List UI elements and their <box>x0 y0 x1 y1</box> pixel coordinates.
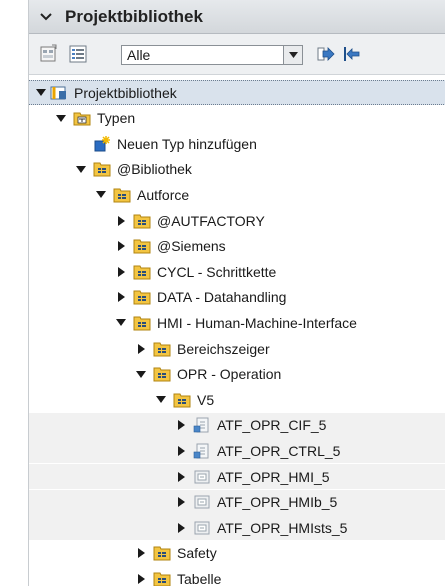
filter-select-value: Alle <box>127 47 151 63</box>
collapsed-arrow-icon[interactable] <box>115 215 127 227</box>
tree-row[interactable]: @AUTFACTORY <box>29 208 445 233</box>
panel-title: Projektbibliothek <box>65 6 203 26</box>
tree-row[interactable]: Typen <box>29 106 445 131</box>
collapse-panel-icon[interactable] <box>39 10 53 24</box>
type-folder-icon <box>133 238 151 254</box>
tree-item-label: Safety <box>177 545 217 562</box>
tree-row[interactable]: ATF_OPR_CIF_5 <box>29 412 445 438</box>
arrow-to-line-icon <box>344 47 360 61</box>
expand-arrow-icon[interactable] <box>95 189 107 201</box>
collapsed-arrow-icon[interactable] <box>175 471 187 483</box>
details-view-button[interactable] <box>67 43 89 65</box>
collapsed-arrow-icon[interactable] <box>175 419 187 431</box>
collapsed-arrow-icon[interactable] <box>115 240 127 252</box>
type-folder-icon <box>133 289 151 305</box>
type-folder-icon <box>153 341 171 357</box>
expand-arrow-icon[interactable] <box>155 394 167 406</box>
export-button[interactable] <box>315 43 337 65</box>
expand-arrow-icon[interactable] <box>75 163 87 175</box>
tree-row[interactable]: ATF_OPR_HMIb_5 <box>29 489 445 515</box>
tree-item-label: HMI - Human-Machine-Interface <box>157 314 357 331</box>
type-folder-icon <box>113 187 131 203</box>
tree-row[interactable]: V5 <box>29 387 445 412</box>
block-type-icon <box>193 443 211 459</box>
type-folder-icon <box>153 545 171 561</box>
tree-item-label: DATA - Datahandling <box>157 289 287 306</box>
type-folder-icon <box>173 392 191 408</box>
tree-item-label: @Bibliothek <box>117 161 192 178</box>
collapsed-arrow-icon[interactable] <box>135 343 147 355</box>
tree-item-label: ATF_OPR_HMIsts_5 <box>217 519 348 536</box>
type-folder-icon <box>133 315 151 331</box>
expand-arrow-icon[interactable] <box>35 87 47 99</box>
type-folder-icon <box>153 366 171 382</box>
library-view-icon <box>40 44 57 62</box>
tree-row[interactable]: OPR - Operation <box>29 362 445 387</box>
collapsed-arrow-icon[interactable] <box>175 496 187 508</box>
tree-item-label: Tabelle <box>177 570 222 586</box>
collapsed-arrow-icon[interactable] <box>175 522 187 534</box>
arrow-right-icon <box>317 47 335 61</box>
tree-item-label: Projektbibliothek <box>74 84 177 101</box>
tree-row[interactable]: CYCL - Schrittkette <box>29 259 445 284</box>
tree-item-label: @AUTFACTORY <box>157 212 265 229</box>
open-library-view-button[interactable] <box>38 43 60 65</box>
tree-item-label: V5 <box>197 391 215 408</box>
tree-row[interactable]: ATF_OPR_HMI_5 <box>29 464 445 489</box>
collapse-to-button[interactable] <box>341 43 363 65</box>
tree-row[interactable]: Autforce <box>29 182 445 207</box>
page-background <box>0 573 28 586</box>
tree-row[interactable]: HMI - Human-Machine-Interface <box>29 310 445 335</box>
block-type-icon <box>193 417 211 433</box>
panel-header: Projektbibliothek <box>29 0 445 34</box>
udt-type-icon <box>193 520 211 536</box>
tree-row[interactable]: @Bibliothek <box>29 157 445 182</box>
tree-item-label: Autforce <box>137 186 190 203</box>
tree-row[interactable]: Safety <box>29 541 445 566</box>
dropdown-arrow-icon <box>283 46 302 64</box>
collapsed-arrow-icon[interactable] <box>115 266 127 278</box>
project-library-panel: Projektbibliothek Alle Projektbibliothek… <box>28 0 445 586</box>
types-folder-icon <box>73 110 91 126</box>
collapsed-arrow-icon[interactable] <box>115 291 127 303</box>
collapsed-arrow-icon[interactable] <box>135 573 147 585</box>
collapsed-arrow-icon[interactable] <box>135 547 147 559</box>
tree-row[interactable]: DATA - Datahandling <box>29 285 445 310</box>
tree-row[interactable]: @Siemens <box>29 234 445 259</box>
tree-item-label: ATF_OPR_HMI_5 <box>217 468 330 485</box>
tree-root-row[interactable]: Projektbibliothek <box>29 80 445 105</box>
add-type-icon <box>93 135 111 152</box>
library-toolbar: Alle <box>29 34 445 75</box>
tree-row[interactable]: ATF_OPR_HMIsts_5 <box>29 515 445 541</box>
collapsed-arrow-icon[interactable] <box>175 445 187 457</box>
expand-arrow-icon[interactable] <box>55 112 67 124</box>
list-view-icon <box>69 45 87 63</box>
expand-arrow-icon[interactable] <box>115 317 127 329</box>
tree-row[interactable]: Neuen Typ hinzufügen <box>29 131 445 156</box>
library-tree: Projektbibliothek Typen Neuen Typ hinzufüg… <box>29 75 445 586</box>
expand-arrow-icon[interactable] <box>135 368 147 380</box>
tree-item-label: Bereichszeiger <box>177 340 270 357</box>
tree-item-label: Typen <box>97 110 136 127</box>
filter-select[interactable]: Alle <box>121 45 303 65</box>
tree-item-label: OPR - Operation <box>177 366 282 383</box>
tree-item-label: ATF_OPR_CIF_5 <box>217 417 327 434</box>
type-folder-icon <box>153 571 171 586</box>
udt-type-icon <box>193 469 211 485</box>
tree-item-label: Neuen Typ hinzufügen <box>117 135 257 152</box>
tree-item-label: CYCL - Schrittkette <box>157 263 277 280</box>
tree-row[interactable]: Bereichszeiger <box>29 336 445 361</box>
tree-item-label: ATF_OPR_CTRL_5 <box>217 442 341 459</box>
tree-row[interactable]: ATF_OPR_CTRL_5 <box>29 438 445 464</box>
tree-item-label: ATF_OPR_HMIb_5 <box>217 494 338 511</box>
tree-item-label: @Siemens <box>157 238 226 255</box>
type-folder-icon <box>133 213 151 229</box>
project-library-icon <box>50 85 68 101</box>
type-folder-icon <box>93 161 111 177</box>
type-folder-icon <box>133 264 151 280</box>
udt-type-icon <box>193 494 211 510</box>
tree-row[interactable]: Tabelle <box>29 566 445 586</box>
